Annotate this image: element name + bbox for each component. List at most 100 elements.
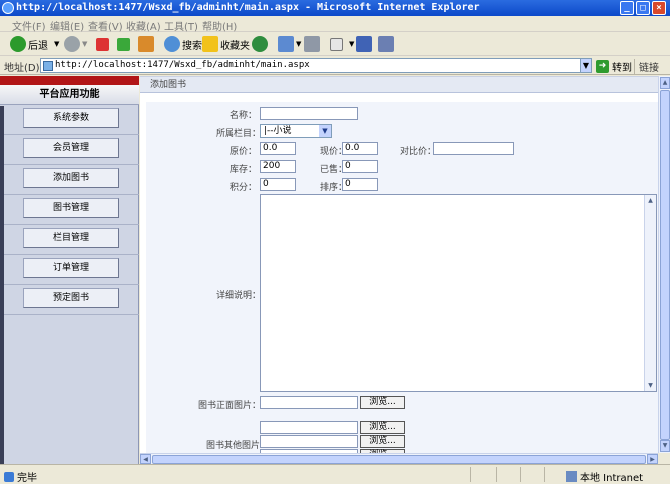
window-titlebar: http://localhost:1477/Wsxd_fb/adminht/ma… bbox=[0, 0, 670, 16]
zone-text: 本地 Intranet bbox=[580, 473, 644, 484]
textarea-scrollbar[interactable]: ▲ ▼ bbox=[644, 195, 656, 391]
current-price-input[interactable]: 0.0 bbox=[342, 142, 378, 155]
page-horizontal-scrollbar[interactable]: ◀ ▶ bbox=[140, 453, 658, 464]
sidebar-item-add-book[interactable]: 添加图书 bbox=[23, 168, 119, 188]
page-vertical-scrollbar[interactable]: ▲ ▼ bbox=[658, 76, 670, 453]
security-zone: 本地 Intranet bbox=[566, 469, 643, 484]
compare-price-label: 对比价： bbox=[400, 147, 437, 157]
stop-button[interactable] bbox=[96, 35, 111, 53]
stock-label: 库存： bbox=[230, 165, 258, 175]
compare-price-input[interactable] bbox=[433, 142, 514, 155]
menu-favorites[interactable]: 收藏(A) bbox=[126, 18, 161, 33]
search-label: 搜索 bbox=[182, 40, 202, 52]
forward-button[interactable]: ▼ bbox=[64, 35, 87, 53]
links-button[interactable]: 链接 bbox=[634, 59, 659, 74]
go-button[interactable]: ➜ 转到 bbox=[596, 59, 632, 74]
sidebar-item-members[interactable]: 会员管理 bbox=[23, 138, 119, 158]
ie-icon bbox=[2, 2, 14, 14]
main-frame: 添加图书 名称： 所属栏目： |--小说 ▼ 原价： 0.0 现价： 0.0 对… bbox=[140, 76, 658, 453]
scroll-down-icon[interactable]: ▼ bbox=[645, 380, 656, 391]
divider bbox=[4, 314, 139, 315]
chevron-down-icon: ▼ bbox=[319, 125, 331, 137]
scroll-thumb[interactable] bbox=[660, 90, 670, 440]
scroll-up-icon[interactable]: ▲ bbox=[645, 195, 656, 206]
back-label: 后退 bbox=[28, 40, 48, 52]
sidebar-item-book-management[interactable]: 图书管理 bbox=[23, 198, 119, 218]
search-button[interactable]: 搜索 bbox=[164, 35, 202, 53]
points-input[interactable]: 0 bbox=[260, 178, 296, 191]
close-button[interactable]: × bbox=[652, 1, 666, 15]
scrollbar-corner bbox=[658, 453, 670, 464]
edit-button[interactable]: ▼ bbox=[330, 35, 354, 53]
front-image-browse-button[interactable]: 浏览... bbox=[360, 396, 405, 409]
search-icon bbox=[164, 36, 180, 52]
other-image-browse-button-1[interactable]: 浏览... bbox=[360, 421, 405, 434]
sidebar-item-system-params[interactable]: 系统参数 bbox=[23, 108, 119, 128]
detail-textarea[interactable]: ▲ ▼ bbox=[260, 194, 657, 392]
home-button[interactable] bbox=[138, 35, 156, 53]
front-image-input[interactable] bbox=[260, 396, 358, 409]
address-input[interactable]: http://localhost:1477/Wsxd_fb/adminht/ma… bbox=[40, 58, 592, 73]
menu-view[interactable]: 查看(V) bbox=[88, 18, 123, 33]
sidebar-item-reserve-book[interactable]: 预定图书 bbox=[23, 288, 119, 308]
address-dropdown-icon[interactable]: ▼ bbox=[580, 58, 592, 73]
scroll-down-icon[interactable]: ▼ bbox=[660, 440, 670, 452]
sold-input[interactable]: 0 bbox=[342, 160, 378, 173]
scroll-up-icon[interactable]: ▲ bbox=[660, 77, 670, 89]
divider bbox=[496, 467, 497, 482]
printer-icon bbox=[304, 36, 320, 52]
discuss-icon bbox=[356, 36, 372, 52]
mail-icon bbox=[278, 36, 294, 52]
chevron-down-icon: ▼ bbox=[82, 40, 88, 48]
other-images-label: 图书其他图片 bbox=[206, 441, 261, 451]
back-button[interactable]: 后退 ▼ bbox=[10, 35, 59, 53]
star-icon bbox=[202, 36, 218, 52]
sidebar: 平台应用功能 系统参数 会员管理 添加图书 图书管理 栏目管理 订单管理 预定图… bbox=[0, 76, 139, 464]
divider bbox=[4, 164, 139, 165]
menu-file[interactable]: 文件(F) bbox=[12, 18, 46, 33]
front-image-label: 图书正面图片： bbox=[198, 401, 262, 411]
go-arrow-icon: ➜ bbox=[596, 60, 609, 73]
refresh-icon bbox=[117, 37, 130, 51]
back-arrow-icon bbox=[10, 36, 26, 52]
original-price-input[interactable]: 0.0 bbox=[260, 142, 296, 155]
sidebar-item-columns[interactable]: 栏目管理 bbox=[23, 228, 119, 248]
word-icon bbox=[330, 37, 343, 51]
scroll-right-icon[interactable]: ▶ bbox=[647, 454, 658, 464]
messenger-button[interactable] bbox=[378, 35, 396, 53]
favorites-button[interactable]: 收藏夹 bbox=[202, 35, 250, 53]
menu-help[interactable]: 帮助(H) bbox=[202, 18, 237, 33]
menu-tools[interactable]: 工具(T) bbox=[164, 18, 198, 33]
forward-arrow-icon bbox=[64, 36, 80, 52]
address-bar: 地址(D) http://localhost:1477/Wsxd_fb/admi… bbox=[0, 56, 670, 75]
menu-edit[interactable]: 编辑(E) bbox=[50, 18, 84, 33]
column-select[interactable]: |--小说 ▼ bbox=[260, 124, 332, 138]
name-input[interactable] bbox=[260, 107, 358, 120]
messenger-icon bbox=[378, 36, 394, 52]
other-image-input-1[interactable] bbox=[260, 421, 358, 434]
status-bar: 完毕 本地 Intranet bbox=[0, 464, 670, 484]
status-done: 完毕 bbox=[4, 469, 37, 484]
detail-label: 详细说明： bbox=[216, 291, 262, 301]
sort-input[interactable]: 0 bbox=[342, 178, 378, 191]
sidebar-item-orders[interactable]: 订单管理 bbox=[23, 258, 119, 278]
maximize-button[interactable]: □ bbox=[636, 1, 650, 15]
page-icon bbox=[43, 61, 53, 71]
sidebar-title: 平台应用功能 bbox=[0, 85, 139, 105]
refresh-button[interactable] bbox=[117, 35, 132, 53]
chevron-down-icon: ▼ bbox=[349, 40, 355, 48]
mail-button[interactable]: ▼ bbox=[278, 35, 301, 53]
divider bbox=[4, 284, 139, 285]
page-title: 添加图书 bbox=[140, 76, 658, 93]
print-button[interactable] bbox=[304, 35, 322, 53]
media-button[interactable] bbox=[252, 35, 270, 53]
scroll-left-icon[interactable]: ◀ bbox=[140, 454, 151, 464]
other-image-input-2[interactable] bbox=[260, 435, 358, 448]
intranet-icon bbox=[566, 471, 577, 482]
discuss-button[interactable] bbox=[356, 35, 374, 53]
minimize-button[interactable]: _ bbox=[620, 1, 634, 15]
column-select-value: |--小说 bbox=[264, 126, 292, 136]
other-image-browse-button-2[interactable]: 浏览... bbox=[360, 435, 405, 448]
scroll-thumb[interactable] bbox=[152, 455, 646, 464]
stock-input[interactable]: 200 bbox=[260, 160, 296, 173]
